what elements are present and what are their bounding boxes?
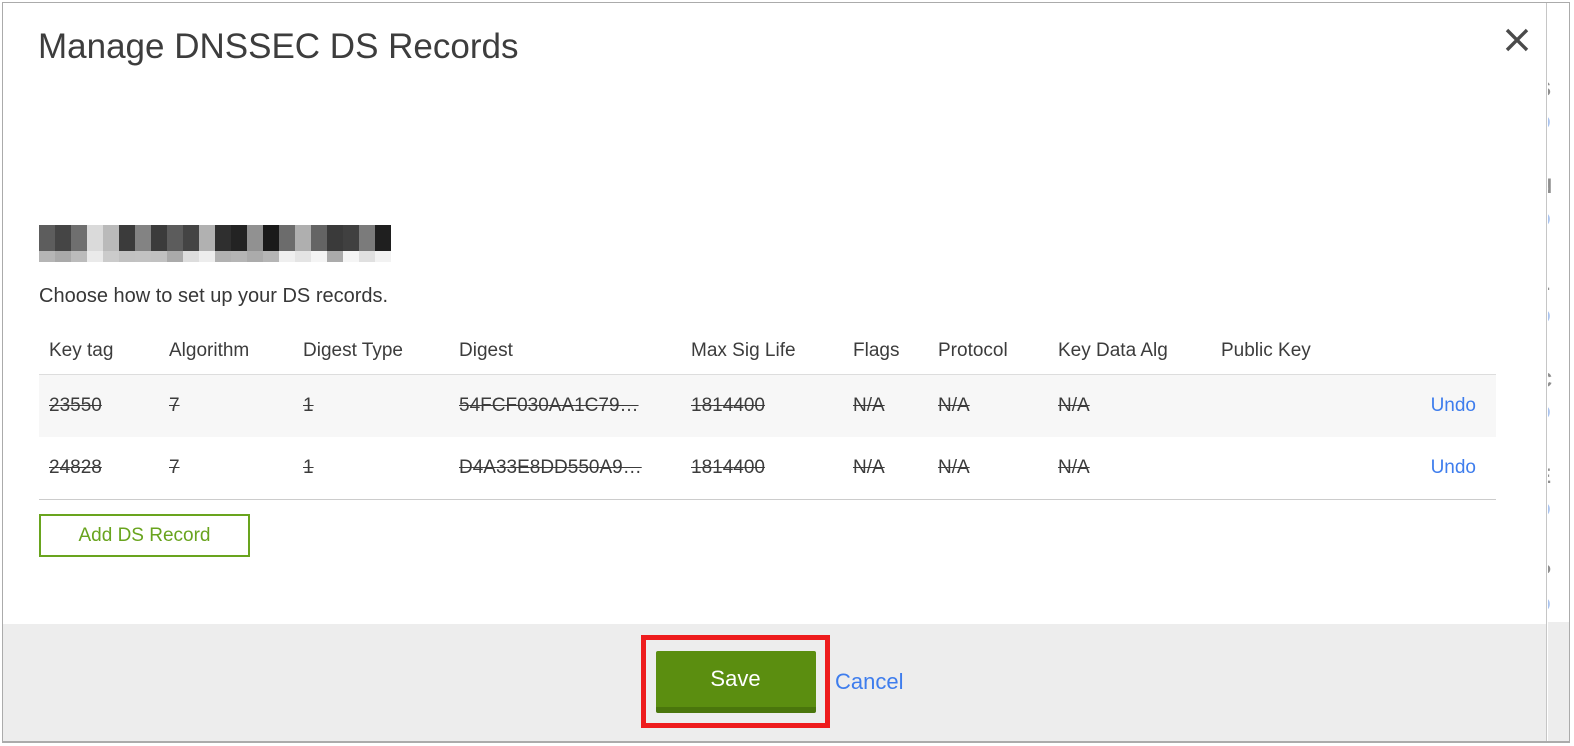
- modal-footer: Save Cancel: [3, 624, 1546, 741]
- cell-flags: N/A: [853, 457, 885, 478]
- clipped-background-link: D: [1548, 113, 1551, 135]
- clipped-background-text: C: [1548, 369, 1552, 393]
- background-footer-strip: [1548, 622, 1569, 741]
- col-header-key-tag: Key tag: [49, 340, 114, 361]
- cell-flags: N/A: [853, 395, 885, 416]
- cell-key-data-alg: N/A: [1058, 457, 1090, 478]
- cell-algorithm: 7: [169, 395, 180, 416]
- clipped-background-text: P: [1548, 561, 1551, 585]
- page-title: Manage DNSSEC DS Records: [38, 27, 519, 66]
- clipped-background-link: D: [1548, 210, 1551, 232]
- cell-max-sig-life: 1814400: [691, 395, 765, 416]
- screenshot-frame: Manage DNSSEC DS Records Choose how to s…: [2, 2, 1570, 743]
- table-body: 23550 7 1 54FCF030AA1C79… 1814400 N/A N/…: [39, 374, 1496, 500]
- cell-algorithm: 7: [169, 457, 180, 478]
- cell-protocol: N/A: [938, 395, 970, 416]
- clipped-background-text: S: [1548, 78, 1551, 102]
- table-row: 24828 7 1 D4A33E8DD550A9… 1814400 N/A N/…: [39, 437, 1496, 499]
- table-header-row: Key tag Algorithm Digest Type Digest Max…: [39, 328, 1496, 374]
- annotation-highlight-box: Save: [641, 635, 830, 728]
- background-page-edge: S D N D L D C D E D P D: [1548, 3, 1569, 741]
- clipped-background-text: E: [1548, 465, 1551, 489]
- cell-digest-type: 1: [303, 457, 314, 478]
- cell-digest: D4A33E8DD550A9…: [459, 457, 642, 478]
- cancel-link[interactable]: Cancel: [835, 669, 903, 695]
- col-header-digest: Digest: [459, 340, 513, 361]
- close-icon: [1505, 28, 1529, 51]
- undo-link[interactable]: Undo: [1431, 457, 1476, 478]
- clipped-background-link: D: [1548, 307, 1551, 329]
- add-ds-record-button[interactable]: Add DS Record: [39, 514, 250, 557]
- cell-key-tag: 24828: [49, 457, 102, 478]
- subtitle: Choose how to set up your DS records.: [39, 285, 389, 307]
- clipped-background-link: D: [1548, 500, 1551, 522]
- col-header-flags: Flags: [853, 340, 900, 361]
- table-row: 23550 7 1 54FCF030AA1C79… 1814400 N/A N/…: [39, 375, 1496, 437]
- col-header-protocol: Protocol: [938, 340, 1008, 361]
- clipped-background-text: L: [1548, 272, 1550, 296]
- cell-key-tag: 23550: [49, 395, 102, 416]
- cell-max-sig-life: 1814400: [691, 457, 765, 478]
- redacted-domain-name: [39, 225, 391, 262]
- cell-key-data-alg: N/A: [1058, 395, 1090, 416]
- undo-link[interactable]: Undo: [1431, 395, 1476, 416]
- save-button[interactable]: Save: [655, 650, 816, 713]
- col-header-public-key: Public Key: [1221, 340, 1311, 361]
- cell-digest-type: 1: [303, 395, 314, 416]
- dnssec-modal: Manage DNSSEC DS Records Choose how to s…: [3, 3, 1547, 741]
- col-header-digest-type: Digest Type: [303, 340, 403, 361]
- clipped-background-link: D: [1548, 595, 1551, 617]
- ds-records-table: Key tag Algorithm Digest Type Digest Max…: [39, 328, 1496, 500]
- col-header-algorithm: Algorithm: [169, 340, 250, 361]
- col-header-key-data-alg: Key Data Alg: [1058, 340, 1168, 361]
- close-button[interactable]: [1501, 25, 1533, 57]
- cell-protocol: N/A: [938, 457, 970, 478]
- clipped-background-text: N: [1548, 175, 1552, 199]
- clipped-background-link: D: [1548, 403, 1551, 425]
- cell-digest: 54FCF030AA1C79…: [459, 395, 639, 416]
- col-header-max-sig-life: Max Sig Life: [691, 340, 796, 361]
